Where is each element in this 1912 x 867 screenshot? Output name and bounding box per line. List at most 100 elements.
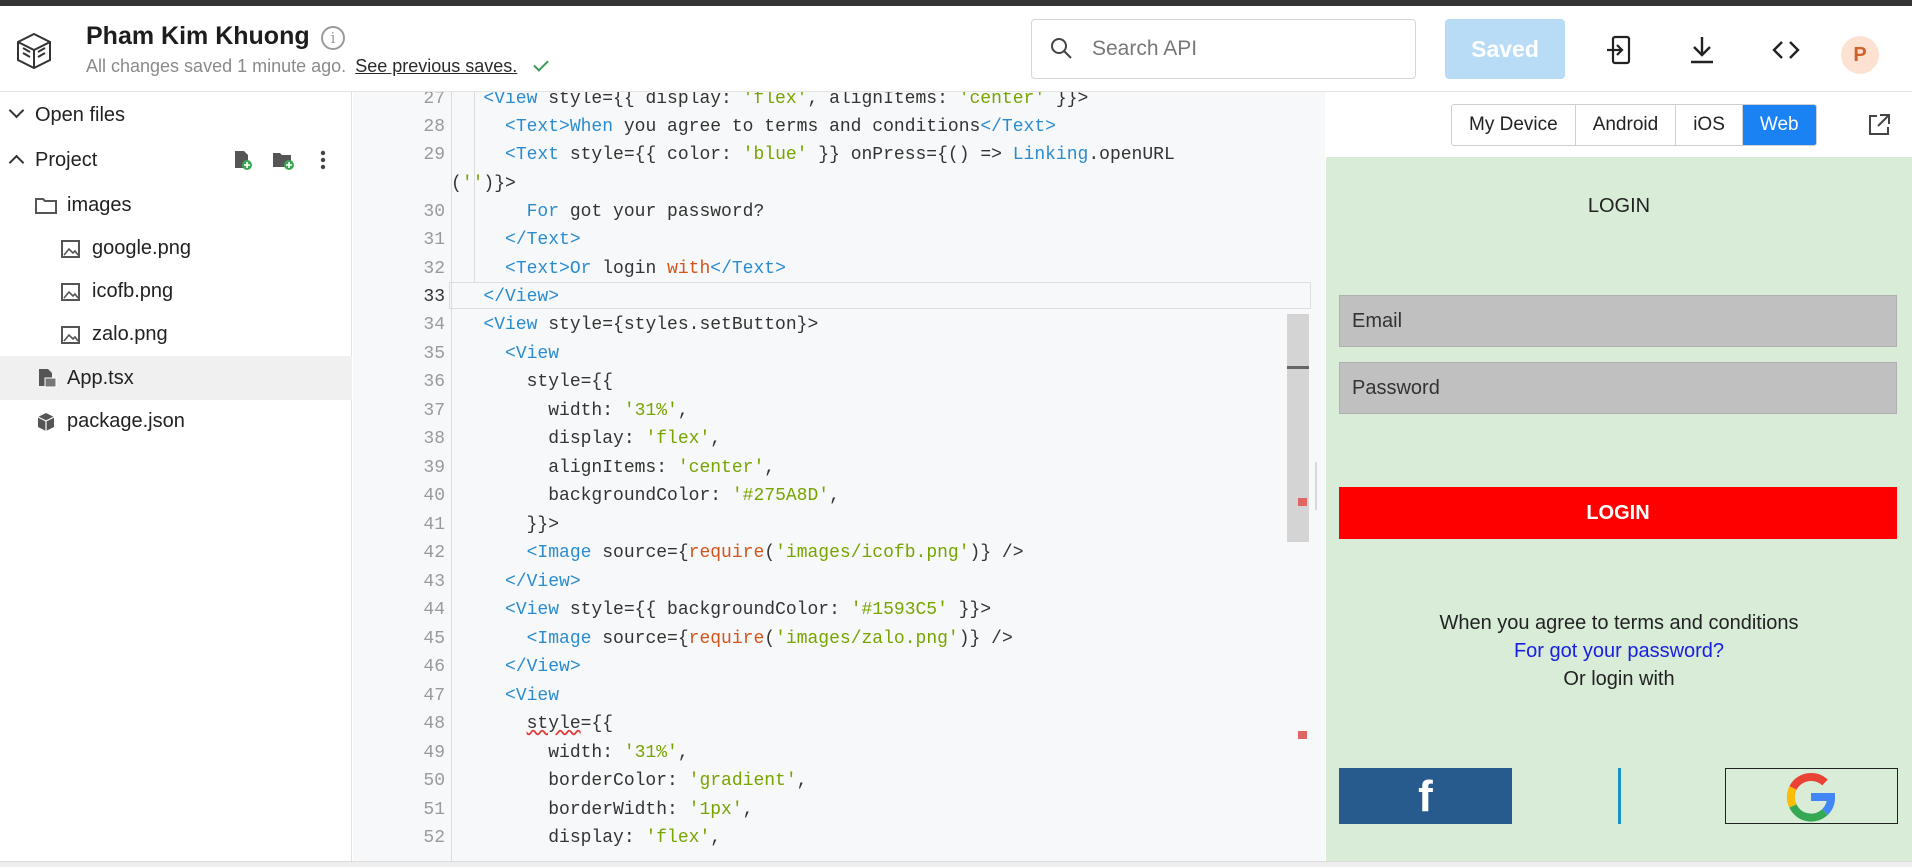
login-button[interactable]: LOGIN bbox=[1339, 487, 1897, 539]
platform-tabs: My Device Android iOS Web bbox=[1451, 104, 1817, 146]
code-line: </Text> bbox=[505, 230, 581, 250]
code-editor[interactable]: 27 28 29 30 31 32 33 34 35 36 37 38 39 4… bbox=[353, 92, 1325, 861]
code-line: borderColor: 'gradient', bbox=[451, 771, 808, 791]
code-line: style={{ bbox=[451, 372, 614, 392]
header: Pham Kim Khuong i All changes saved 1 mi… bbox=[0, 6, 1912, 92]
search-input[interactable] bbox=[1092, 34, 1392, 64]
embed-code-icon[interactable] bbox=[1770, 34, 1802, 66]
save-status-text: All changes saved 1 minute ago. bbox=[86, 56, 347, 76]
open-external-icon[interactable] bbox=[1866, 112, 1892, 138]
avatar[interactable]: P bbox=[1841, 36, 1879, 74]
tab-web[interactable]: Web bbox=[1742, 105, 1816, 145]
more-options-icon[interactable] bbox=[318, 149, 328, 171]
sidebar-item-app-tsx[interactable]: App.tsx bbox=[0, 356, 352, 400]
editor-scrollbar[interactable] bbox=[1287, 314, 1309, 542]
sidebar-item-zalo-png[interactable]: zalo.png bbox=[0, 314, 352, 354]
code-line: width: '31%', bbox=[451, 401, 689, 421]
line-number: 44 bbox=[423, 600, 445, 620]
code-line: <View style={{ backgroundColor: '#1593C5… bbox=[505, 600, 992, 620]
tab-ios[interactable]: iOS bbox=[1676, 105, 1743, 145]
code-line: }}> bbox=[451, 515, 560, 535]
code-line: <Image source={require('images/icofb.png… bbox=[526, 543, 1024, 563]
tab-android[interactable]: Android bbox=[1576, 105, 1677, 145]
error-marker bbox=[1298, 498, 1307, 506]
preview-pane: My Device Android iOS Web LOGIN Email Pa… bbox=[1326, 92, 1912, 861]
line-number: 37 bbox=[423, 401, 445, 421]
google-login-button[interactable] bbox=[1725, 768, 1898, 824]
or-login-text: Or login with bbox=[1563, 668, 1675, 690]
package-icon bbox=[37, 413, 55, 431]
forgot-password-link[interactable]: For got your password? bbox=[1326, 640, 1912, 663]
bottom-status-bar bbox=[0, 861, 1912, 867]
line-number: 35 bbox=[423, 344, 445, 364]
sidebar-item-label: icofb.png bbox=[92, 280, 174, 302]
scroll-position-marker bbox=[1287, 366, 1309, 369]
snack-logo-icon[interactable] bbox=[14, 30, 54, 72]
sidebar-item-label: google.png bbox=[92, 237, 191, 259]
code-line: alignItems: 'center', bbox=[451, 458, 776, 478]
line-number: 51 bbox=[423, 800, 445, 820]
error-marker bbox=[1298, 731, 1307, 739]
email-field[interactable]: Email bbox=[1339, 295, 1897, 347]
open-files-label: Open files bbox=[35, 104, 126, 126]
file-sidebar: Open files Project images google.png ico… bbox=[0, 92, 352, 861]
code-file-icon bbox=[39, 369, 57, 388]
import-icon[interactable] bbox=[1604, 34, 1636, 66]
code-line: borderWidth: '1px', bbox=[451, 800, 754, 820]
line-number: 40 bbox=[423, 486, 445, 506]
line-number: 38 bbox=[423, 429, 445, 449]
line-number: 29 bbox=[423, 145, 445, 165]
saved-button[interactable]: Saved bbox=[1445, 19, 1565, 79]
line-number: 39 bbox=[423, 458, 445, 478]
web-preview-screen: LOGIN Email Password LOGIN When you agre… bbox=[1326, 157, 1912, 861]
line-number: 48 bbox=[423, 714, 445, 734]
image-file-icon bbox=[61, 283, 80, 301]
line-number: 43 bbox=[423, 572, 445, 592]
sidebar-item-label: App.tsx bbox=[67, 367, 134, 389]
pane-resize-handle[interactable] bbox=[1315, 462, 1317, 510]
line-number: 36 bbox=[423, 372, 445, 392]
code-line: <View bbox=[505, 686, 560, 706]
sidebar-item-package-json[interactable]: package.json bbox=[0, 401, 352, 441]
code-line: <View style={{ display: 'flex', alignIte… bbox=[483, 92, 1089, 109]
code-line: display: 'flex', bbox=[451, 828, 722, 848]
line-number: 47 bbox=[423, 686, 445, 706]
google-icon bbox=[1786, 772, 1835, 822]
sidebar-item-icofb-png[interactable]: icofb.png bbox=[0, 271, 352, 311]
download-icon[interactable] bbox=[1686, 34, 1718, 66]
code-line: </View> bbox=[483, 287, 560, 307]
code-line: <Text>Or login with</Text> bbox=[505, 259, 786, 279]
line-number: 32 bbox=[423, 259, 445, 279]
line-number: 27 bbox=[423, 92, 445, 109]
line-number: 34 bbox=[423, 315, 445, 335]
code-line: <Image source={require('images/zalo.png'… bbox=[526, 629, 1013, 649]
facebook-login-button[interactable]: f bbox=[1339, 768, 1512, 824]
code-line: <View bbox=[505, 344, 560, 364]
current-line-highlight bbox=[449, 282, 1311, 309]
info-icon[interactable]: i bbox=[321, 26, 345, 50]
project-label: Project bbox=[35, 149, 98, 171]
image-file-icon bbox=[61, 326, 80, 344]
search-box[interactable] bbox=[1031, 19, 1416, 79]
sidebar-item-images[interactable]: images bbox=[0, 185, 352, 225]
code-line: <Text style={{ color: 'blue' }} onPress=… bbox=[505, 145, 1175, 165]
image-file-icon bbox=[61, 240, 80, 258]
chevron-down-icon bbox=[8, 102, 25, 119]
line-gutter: 27 28 29 30 31 32 33 34 35 36 37 38 39 4… bbox=[353, 92, 449, 861]
password-field[interactable]: Password bbox=[1339, 362, 1897, 414]
code-line: For got your password? bbox=[526, 202, 765, 222]
project-title[interactable]: Pham Kim Khuong bbox=[86, 22, 310, 51]
tab-my-device[interactable]: My Device bbox=[1452, 105, 1576, 145]
code-line: </View> bbox=[505, 657, 581, 677]
new-file-icon[interactable] bbox=[231, 149, 253, 171]
sidebar-item-label: zalo.png bbox=[92, 323, 168, 345]
line-number: 30 bbox=[423, 202, 445, 222]
sidebar-item-google-png[interactable]: google.png bbox=[0, 228, 352, 268]
zalo-login-button[interactable] bbox=[1618, 768, 1621, 824]
project-section[interactable]: Project bbox=[0, 140, 352, 180]
open-files-section[interactable]: Open files bbox=[0, 95, 352, 135]
login-title: LOGIN bbox=[1587, 195, 1651, 217]
line-number: 50 bbox=[423, 771, 445, 791]
new-folder-icon[interactable] bbox=[271, 149, 295, 171]
previous-saves-link[interactable]: See previous saves. bbox=[355, 56, 517, 76]
